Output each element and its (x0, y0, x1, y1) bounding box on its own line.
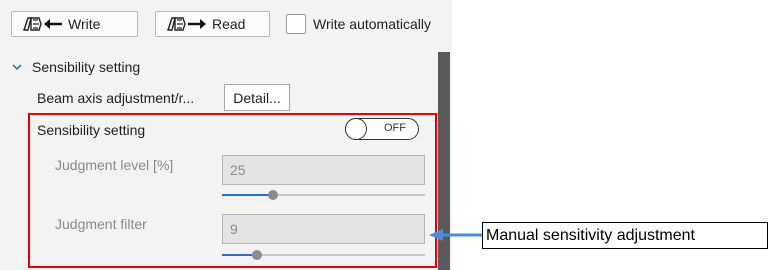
judgment-filter-field[interactable]: 9 (222, 214, 425, 244)
chevron-down-icon (12, 64, 22, 71)
callout-label: Manual sensitivity adjustment (482, 222, 768, 249)
judgment-level-field[interactable]: 25 (222, 155, 425, 185)
sensor-arrow-left-icon (22, 15, 64, 33)
judgment-filter-slider[interactable] (222, 250, 425, 260)
callout-arrow-icon (429, 229, 483, 241)
judgment-filter-label: Judgment filter (55, 216, 147, 232)
sensibility-setting-label: Sensibility setting (37, 122, 146, 138)
slider-thumb[interactable] (252, 250, 262, 260)
read-label: Read (212, 16, 246, 32)
write-automatically-label: Write automatically (313, 16, 432, 32)
section-title: Sensibility setting (32, 59, 141, 75)
read-button[interactable]: Read (155, 11, 270, 37)
toggle-knob (345, 118, 367, 140)
detail-button[interactable]: Detail... (224, 84, 290, 111)
write-automatically-checkbox[interactable] (286, 14, 306, 34)
callout-text: Manual sensitivity adjustment (486, 226, 695, 244)
slider-thumb[interactable] (268, 190, 278, 200)
sensibility-toggle[interactable]: OFF (345, 118, 419, 140)
beam-axis-label-text: Beam axis adjustment/r... (37, 90, 195, 106)
write-label: Write (68, 16, 101, 32)
beam-axis-label: Beam axis adjustment/r... (37, 84, 194, 112)
sensor-arrow-right-icon (166, 15, 208, 33)
detail-button-label: Detail... (233, 89, 281, 106)
judgment-filter-value: 9 (230, 221, 238, 237)
judgment-level-slider[interactable] (222, 190, 425, 200)
toggle-state-text: OFF (384, 122, 406, 134)
write-automatically-option[interactable]: Write automatically (286, 11, 431, 37)
judgment-level-value: 25 (230, 162, 246, 178)
judgment-level-label: Judgment level [%] (55, 157, 174, 173)
slider-fill (222, 194, 273, 196)
write-button[interactable]: Write (11, 11, 138, 37)
section-sensibility-setting-header[interactable]: Sensibility setting (10, 57, 140, 77)
toolbar: Write Read Write automatically (0, 0, 452, 48)
